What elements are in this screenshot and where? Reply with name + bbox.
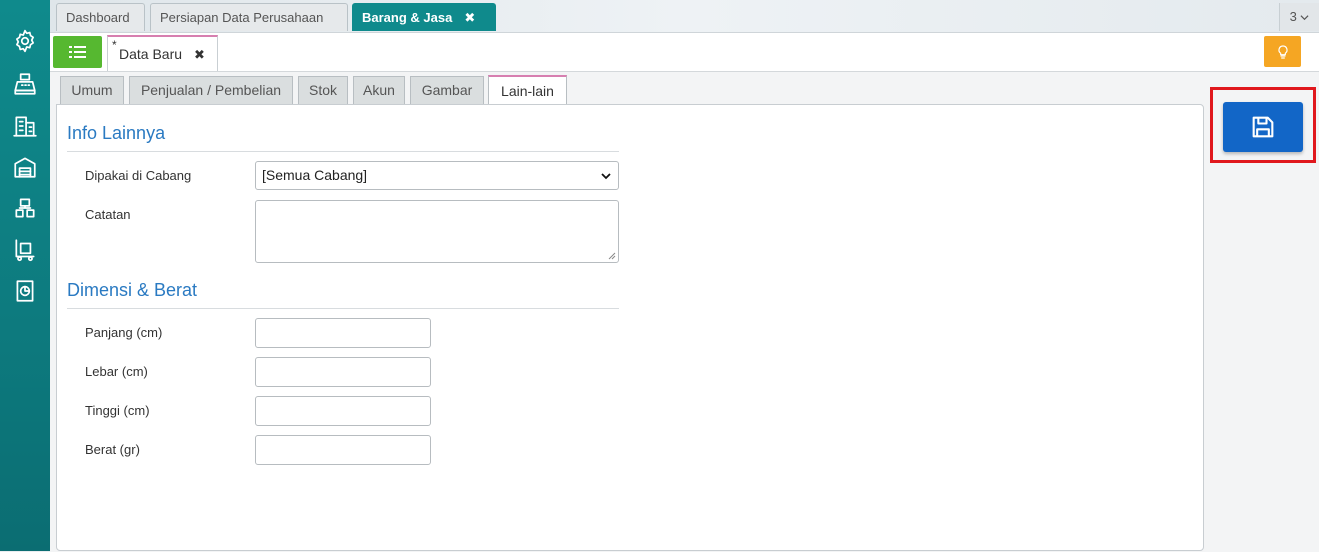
tab-barang-jasa-label: Barang & Jasa (362, 10, 453, 25)
tab-barang-jasa[interactable]: Barang & Jasa ✖ (352, 3, 496, 31)
tinggi-label: Tinggi (cm) (85, 403, 150, 418)
tab-umum-label: Umum (71, 82, 113, 98)
list-icon (68, 46, 86, 58)
branch-select[interactable]: [Semua Cabang] (255, 161, 619, 190)
tab-penjualan-pembelian[interactable]: Penjualan / Pembelian (129, 76, 293, 104)
panjang-label: Panjang (cm) (85, 325, 163, 340)
resize-handle-icon[interactable] (608, 252, 616, 260)
tab-lain-lain-label: Lain-lain (501, 83, 554, 99)
tab-persiapan-label: Persiapan Data Perusahaan (160, 10, 324, 25)
document-bar: * Data Baru ✖ (50, 33, 1319, 72)
divider (67, 151, 619, 152)
close-document-icon[interactable]: ✖ (194, 47, 205, 63)
lebar-label: Lebar (cm) (85, 364, 148, 379)
settings-gear-icon[interactable] (11, 27, 39, 55)
panjang-input[interactable] (255, 318, 431, 348)
workspace: * Data Baru ✖ Umum Penjualan / Pembelian… (50, 32, 1319, 552)
close-tab-icon[interactable]: ✖ (464, 10, 475, 25)
tab-persiapan-data-perusahaan[interactable]: Persiapan Data Perusahaan (150, 3, 348, 31)
tinggi-input[interactable] (255, 396, 431, 426)
dimensi-berat-title: Dimensi & Berat (67, 280, 198, 300)
left-nav-rail (0, 0, 50, 551)
company-building-icon[interactable] (11, 112, 39, 140)
save-floppy-icon (1252, 116, 1274, 138)
berat-label: Berat (gr) (85, 442, 140, 457)
divider (67, 308, 619, 309)
tab-akun[interactable]: Akun (353, 76, 405, 104)
report-chart-icon[interactable] (11, 277, 39, 305)
tab-umum[interactable]: Umum (60, 76, 124, 104)
notes-textarea[interactable] (255, 200, 619, 263)
document-tab-label: Data Baru (119, 46, 183, 62)
warehouse-icon[interactable] (11, 153, 39, 181)
berat-input[interactable] (255, 435, 431, 465)
lightbulb-icon (1277, 44, 1288, 59)
hint-button[interactable] (1264, 36, 1301, 67)
tab-gambar-label: Gambar (421, 82, 473, 98)
tab-count: 3 (1289, 9, 1297, 24)
inventory-process-icon[interactable] (11, 194, 39, 222)
lebar-input[interactable] (255, 357, 431, 387)
top-tab-strip: Dashboard Persiapan Data Perusahaan Bara… (50, 0, 1319, 32)
chevron-down-icon (601, 173, 611, 180)
save-button[interactable] (1223, 102, 1303, 152)
modified-marker: * (112, 38, 117, 52)
tab-dashboard[interactable]: Dashboard (56, 3, 145, 31)
tab-gambar[interactable]: Gambar (410, 76, 484, 104)
tab-data-baru[interactable]: * Data Baru ✖ (107, 35, 218, 71)
cashier-register-icon[interactable] (11, 70, 39, 98)
info-lainnya-title: Info Lainnya (67, 123, 166, 143)
tab-akun-label: Akun (363, 82, 395, 98)
trolley-delivery-icon[interactable] (11, 236, 39, 264)
tab-dashboard-label: Dashboard (66, 10, 130, 25)
tab-count-dropdown[interactable]: 3 (1279, 3, 1319, 31)
branch-label: Dipakai di Cabang (85, 168, 192, 183)
tab-penjualan-label: Penjualan / Pembelian (140, 82, 282, 98)
tab-lain-lain[interactable]: Lain-lain (488, 75, 567, 105)
branch-select-value: [Semua Cabang] (262, 167, 368, 183)
chevron-down-icon (1300, 15, 1309, 21)
form-panel: Info Lainnya Dipakai di Cabang [Semua Ca… (56, 104, 1204, 551)
list-view-button[interactable] (53, 36, 102, 68)
notes-label: Catatan (85, 207, 131, 222)
tab-stok[interactable]: Stok (298, 76, 348, 104)
tab-stok-label: Stok (308, 82, 337, 98)
